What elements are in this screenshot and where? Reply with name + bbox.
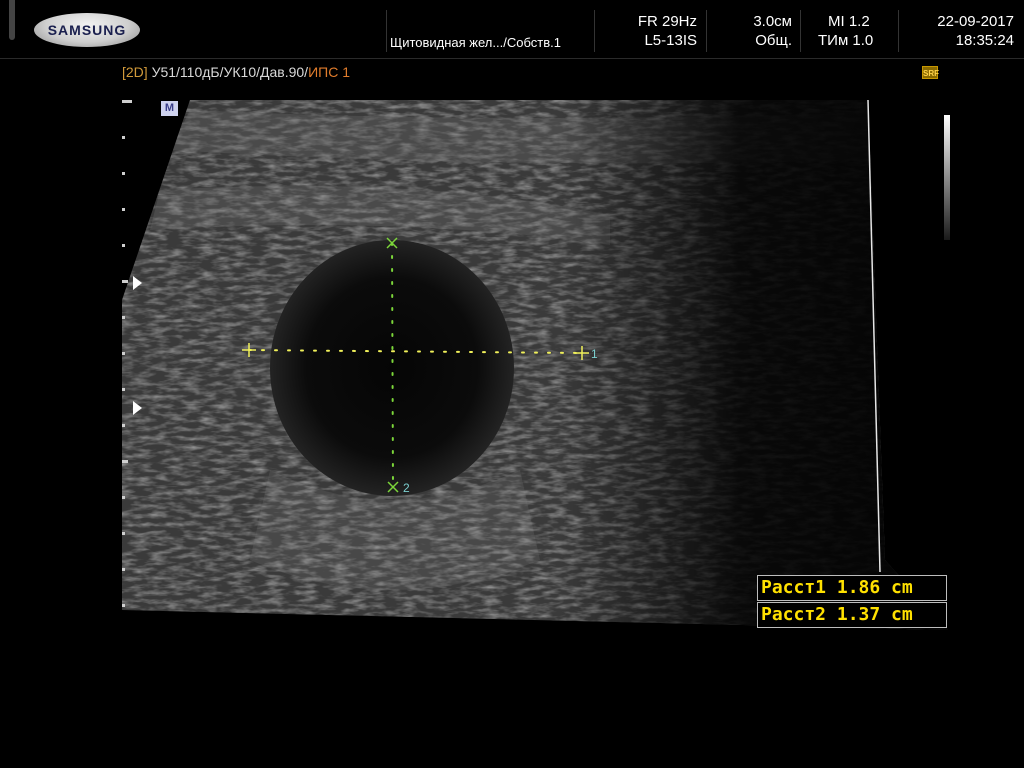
- measurement-value: 1.86 cm: [836, 577, 913, 598]
- measurement-value: 1.37 cm: [836, 604, 913, 625]
- measurement-label: Расст2: [761, 604, 827, 625]
- grayscale-bar: [944, 115, 950, 240]
- scan-sector: [122, 100, 948, 630]
- measurement-label: Расст1: [761, 577, 827, 598]
- caliper-2-label: 2: [403, 481, 410, 495]
- measurement-distance-2[interactable]: Расст2 1.37 cm: [757, 602, 947, 628]
- caliper-1-label: 1: [591, 347, 598, 361]
- marker-badge-icon[interactable]: M: [161, 101, 178, 116]
- measurement-distance-1[interactable]: Расст1 1.86 cm: [757, 575, 947, 601]
- ultrasound-image[interactable]: 1 2: [0, 0, 1024, 768]
